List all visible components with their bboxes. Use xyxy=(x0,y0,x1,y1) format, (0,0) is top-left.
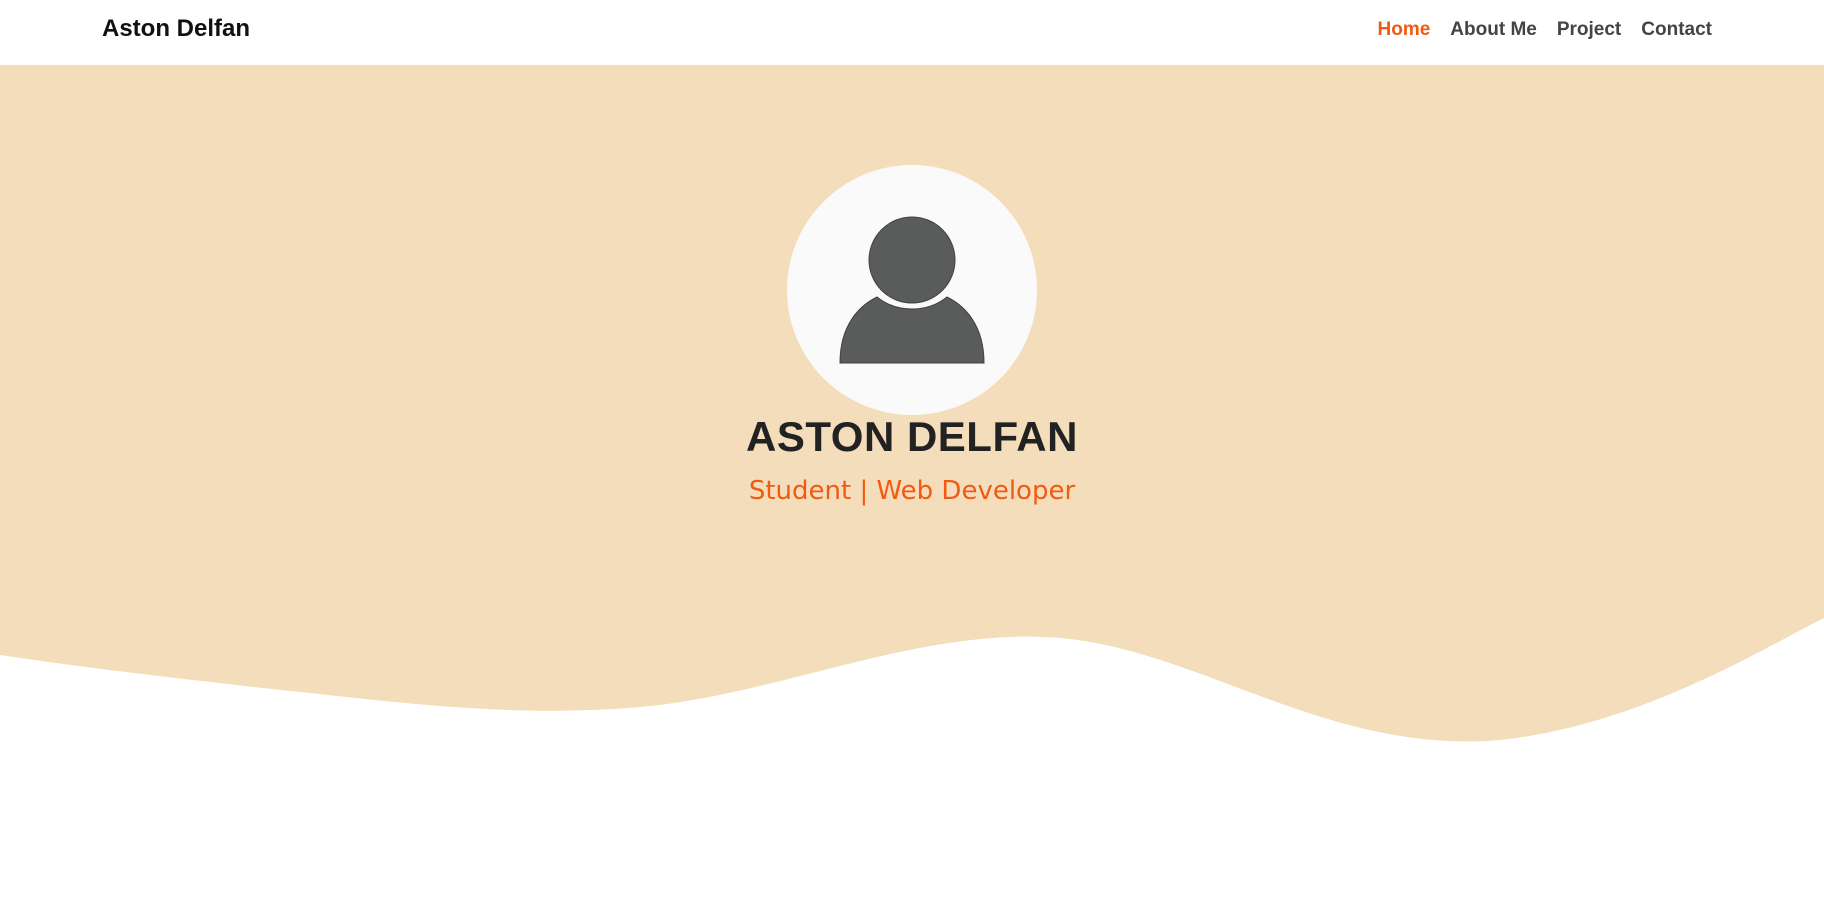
hero-section: ASTON DELFAN Student | Web Developer xyxy=(0,65,1824,910)
hero-subtitle: Student | Web Developer xyxy=(748,476,1076,506)
nav-links: Home About Me Project Contact xyxy=(1378,19,1713,41)
hero-name-heading: ASTON DELFAN xyxy=(746,413,1078,460)
profile-avatar xyxy=(787,165,1037,415)
nav-link-project[interactable]: Project xyxy=(1557,19,1621,41)
nav-link-contact[interactable]: Contact xyxy=(1641,19,1712,41)
nav-link-about-me[interactable]: About Me xyxy=(1450,19,1537,41)
user-silhouette-icon xyxy=(839,216,985,364)
brand-logo-link[interactable]: Aston Delfan xyxy=(102,15,250,43)
nav-link-home[interactable]: Home xyxy=(1378,19,1431,41)
navbar: Aston Delfan Home About Me Project Conta… xyxy=(0,0,1824,65)
